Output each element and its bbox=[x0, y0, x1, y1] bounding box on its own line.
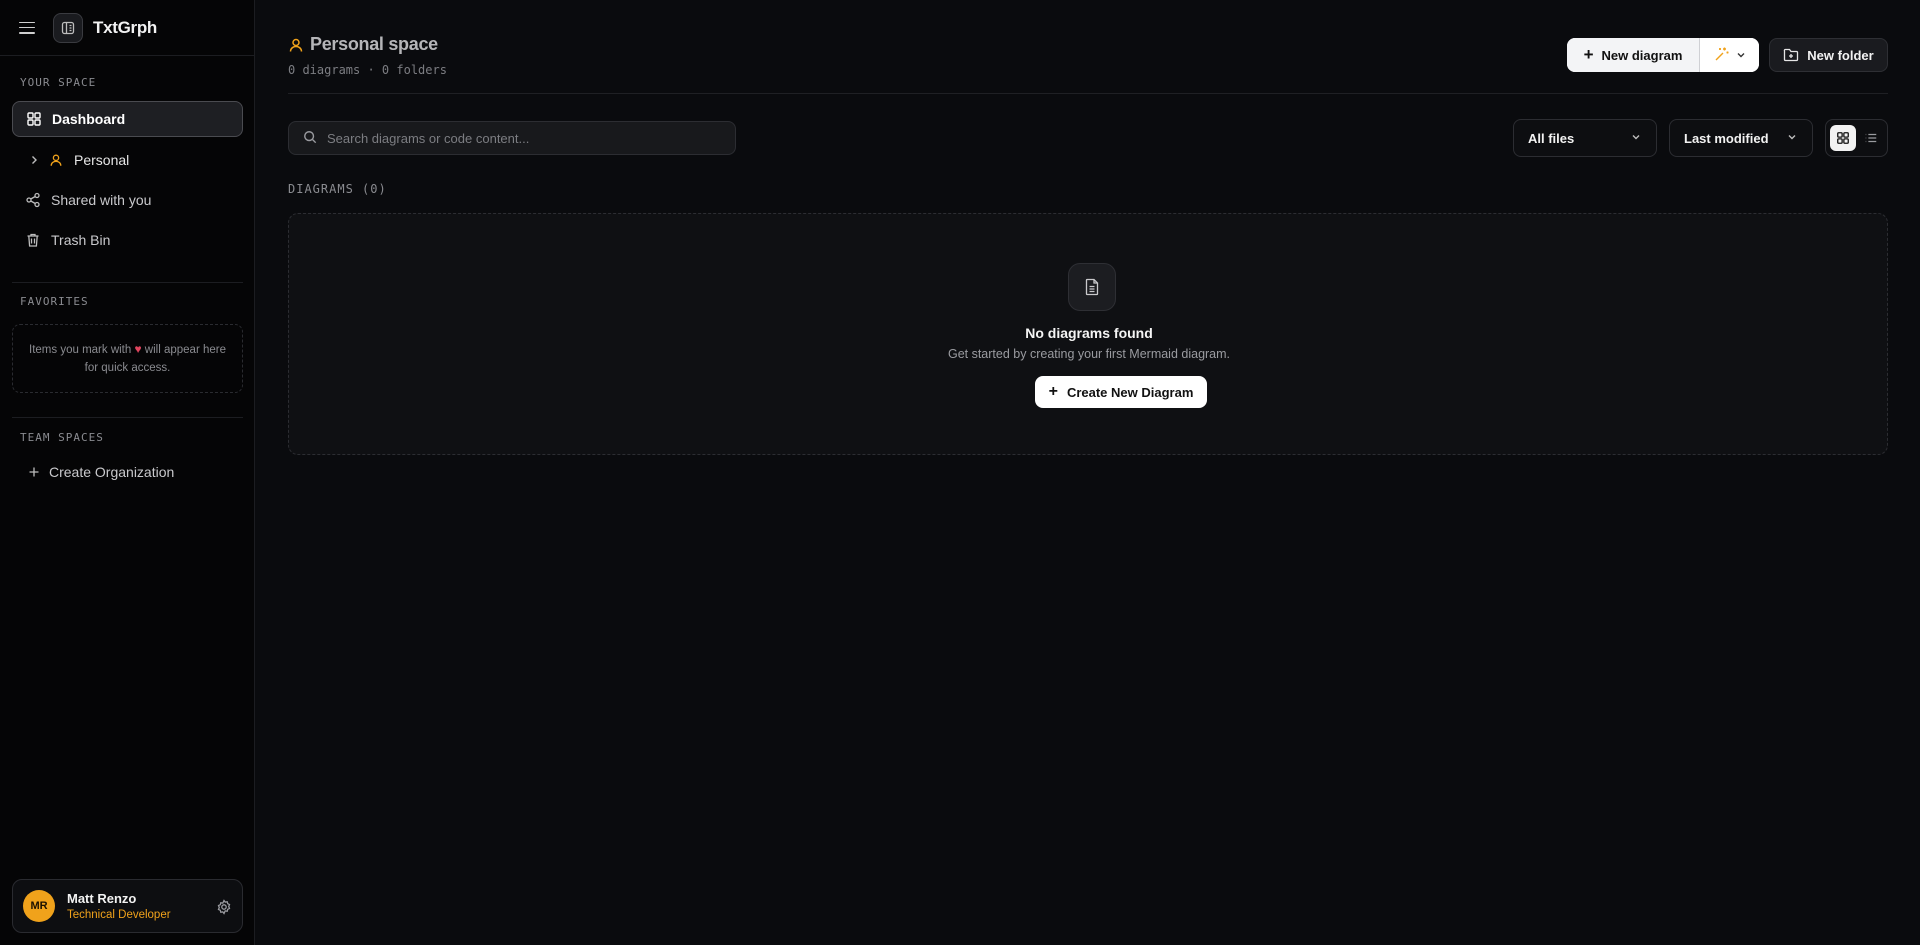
create-organization-label: Create Organization bbox=[49, 464, 175, 480]
trash-icon bbox=[25, 232, 41, 248]
search-bar bbox=[288, 121, 736, 155]
view-toggle bbox=[1825, 119, 1888, 157]
dashboard-icon bbox=[26, 111, 42, 127]
sort-select-value: Last modified bbox=[1684, 130, 1769, 146]
plus-icon bbox=[26, 464, 42, 480]
heart-icon: ♥ bbox=[134, 342, 142, 356]
sidebar-item-label: Dashboard bbox=[52, 111, 126, 127]
sidebar-item-label: Trash Bin bbox=[51, 232, 111, 248]
document-icon bbox=[1068, 263, 1116, 311]
team-spaces-label: TEAM SPACES bbox=[20, 431, 104, 444]
sidebar-divider bbox=[12, 417, 243, 418]
avatar: MR bbox=[23, 890, 55, 922]
sort-select[interactable]: Last modified bbox=[1669, 119, 1813, 157]
user-icon bbox=[48, 152, 64, 168]
diagrams-empty-state: No diagrams found Get started by creatin… bbox=[288, 213, 1888, 455]
sidebar-item-shared[interactable]: Shared with you bbox=[12, 182, 243, 218]
sidebar-item-label: Personal bbox=[74, 152, 130, 168]
settings-gear-icon[interactable] bbox=[216, 899, 232, 915]
plus-icon: + bbox=[1583, 45, 1594, 64]
grid-icon bbox=[1837, 132, 1849, 144]
sidebar-header: TxtGrph bbox=[0, 0, 254, 56]
diagrams-section-title: DIAGRAMS (0) bbox=[288, 182, 387, 196]
list-icon bbox=[1865, 133, 1877, 143]
new-diagram-label: New diagram bbox=[1601, 47, 1683, 63]
search-icon bbox=[303, 130, 317, 147]
app-logo-icon bbox=[53, 12, 83, 43]
grid-view-button[interactable] bbox=[1830, 125, 1856, 151]
new-folder-button[interactable]: New folder bbox=[1769, 38, 1888, 72]
user-name: Matt Renzo bbox=[67, 891, 137, 906]
user-card[interactable]: MR Matt Renzo Technical Developer bbox=[12, 879, 243, 933]
sidebar: TxtGrph YOUR SPACE Dashboard Personal Sh… bbox=[0, 0, 255, 945]
menu-toggle-icon[interactable] bbox=[19, 21, 35, 34]
chevron-right-icon[interactable] bbox=[26, 152, 42, 168]
page-title: Personal space bbox=[288, 34, 438, 55]
new-folder-label: New folder bbox=[1807, 47, 1874, 63]
new-diagram-button[interactable]: + New diagram bbox=[1567, 38, 1700, 72]
sparkles-icon bbox=[1714, 46, 1730, 65]
user-icon bbox=[288, 37, 304, 53]
favorites-empty-text-start: Items you mark with bbox=[29, 344, 132, 356]
sidebar-divider bbox=[12, 282, 243, 283]
file-type-select[interactable]: All files bbox=[1513, 119, 1657, 157]
folder-plus-icon bbox=[1783, 47, 1799, 63]
ai-generate-dropdown-button[interactable] bbox=[1700, 38, 1759, 72]
plus-icon: + bbox=[1048, 383, 1058, 400]
new-diagram-button-group: + New diagram bbox=[1567, 38, 1759, 72]
your-space-label: YOUR SPACE bbox=[20, 76, 97, 89]
sidebar-item-dashboard[interactable]: Dashboard bbox=[12, 101, 243, 137]
user-role: Technical Developer bbox=[67, 909, 171, 921]
chevron-down-icon bbox=[1736, 47, 1746, 63]
main-content: Personal space 0 diagrams · 0 folders + … bbox=[256, 0, 1920, 945]
favorites-empty-state: Items you mark with ♥ will appear here f… bbox=[12, 324, 243, 393]
create-organization-button[interactable]: Create Organization bbox=[12, 454, 243, 490]
empty-state-title: No diagrams found bbox=[1025, 325, 1153, 341]
sidebar-item-label: Shared with you bbox=[51, 192, 152, 208]
create-new-diagram-label: Create New Diagram bbox=[1066, 384, 1194, 400]
create-new-diagram-button[interactable]: + Create New Diagram bbox=[1035, 376, 1207, 408]
sidebar-item-personal[interactable]: Personal bbox=[12, 142, 243, 178]
page-subtitle: 0 diagrams · 0 folders bbox=[288, 63, 447, 77]
sidebar-item-trash[interactable]: Trash Bin bbox=[12, 222, 243, 258]
page-title-text: Personal space bbox=[310, 34, 438, 54]
header-divider bbox=[288, 93, 1888, 94]
chevron-down-icon bbox=[1630, 131, 1642, 146]
share-icon bbox=[25, 192, 41, 208]
favorites-label: FAVORITES bbox=[20, 295, 89, 308]
empty-state-description: Get started by creating your first Merma… bbox=[947, 347, 1231, 361]
file-type-select-value: All files bbox=[1528, 130, 1575, 146]
chevron-down-icon bbox=[1786, 131, 1798, 146]
app-title: TxtGrph bbox=[93, 17, 158, 37]
search-input[interactable] bbox=[327, 130, 717, 146]
list-view-button[interactable] bbox=[1858, 125, 1884, 151]
